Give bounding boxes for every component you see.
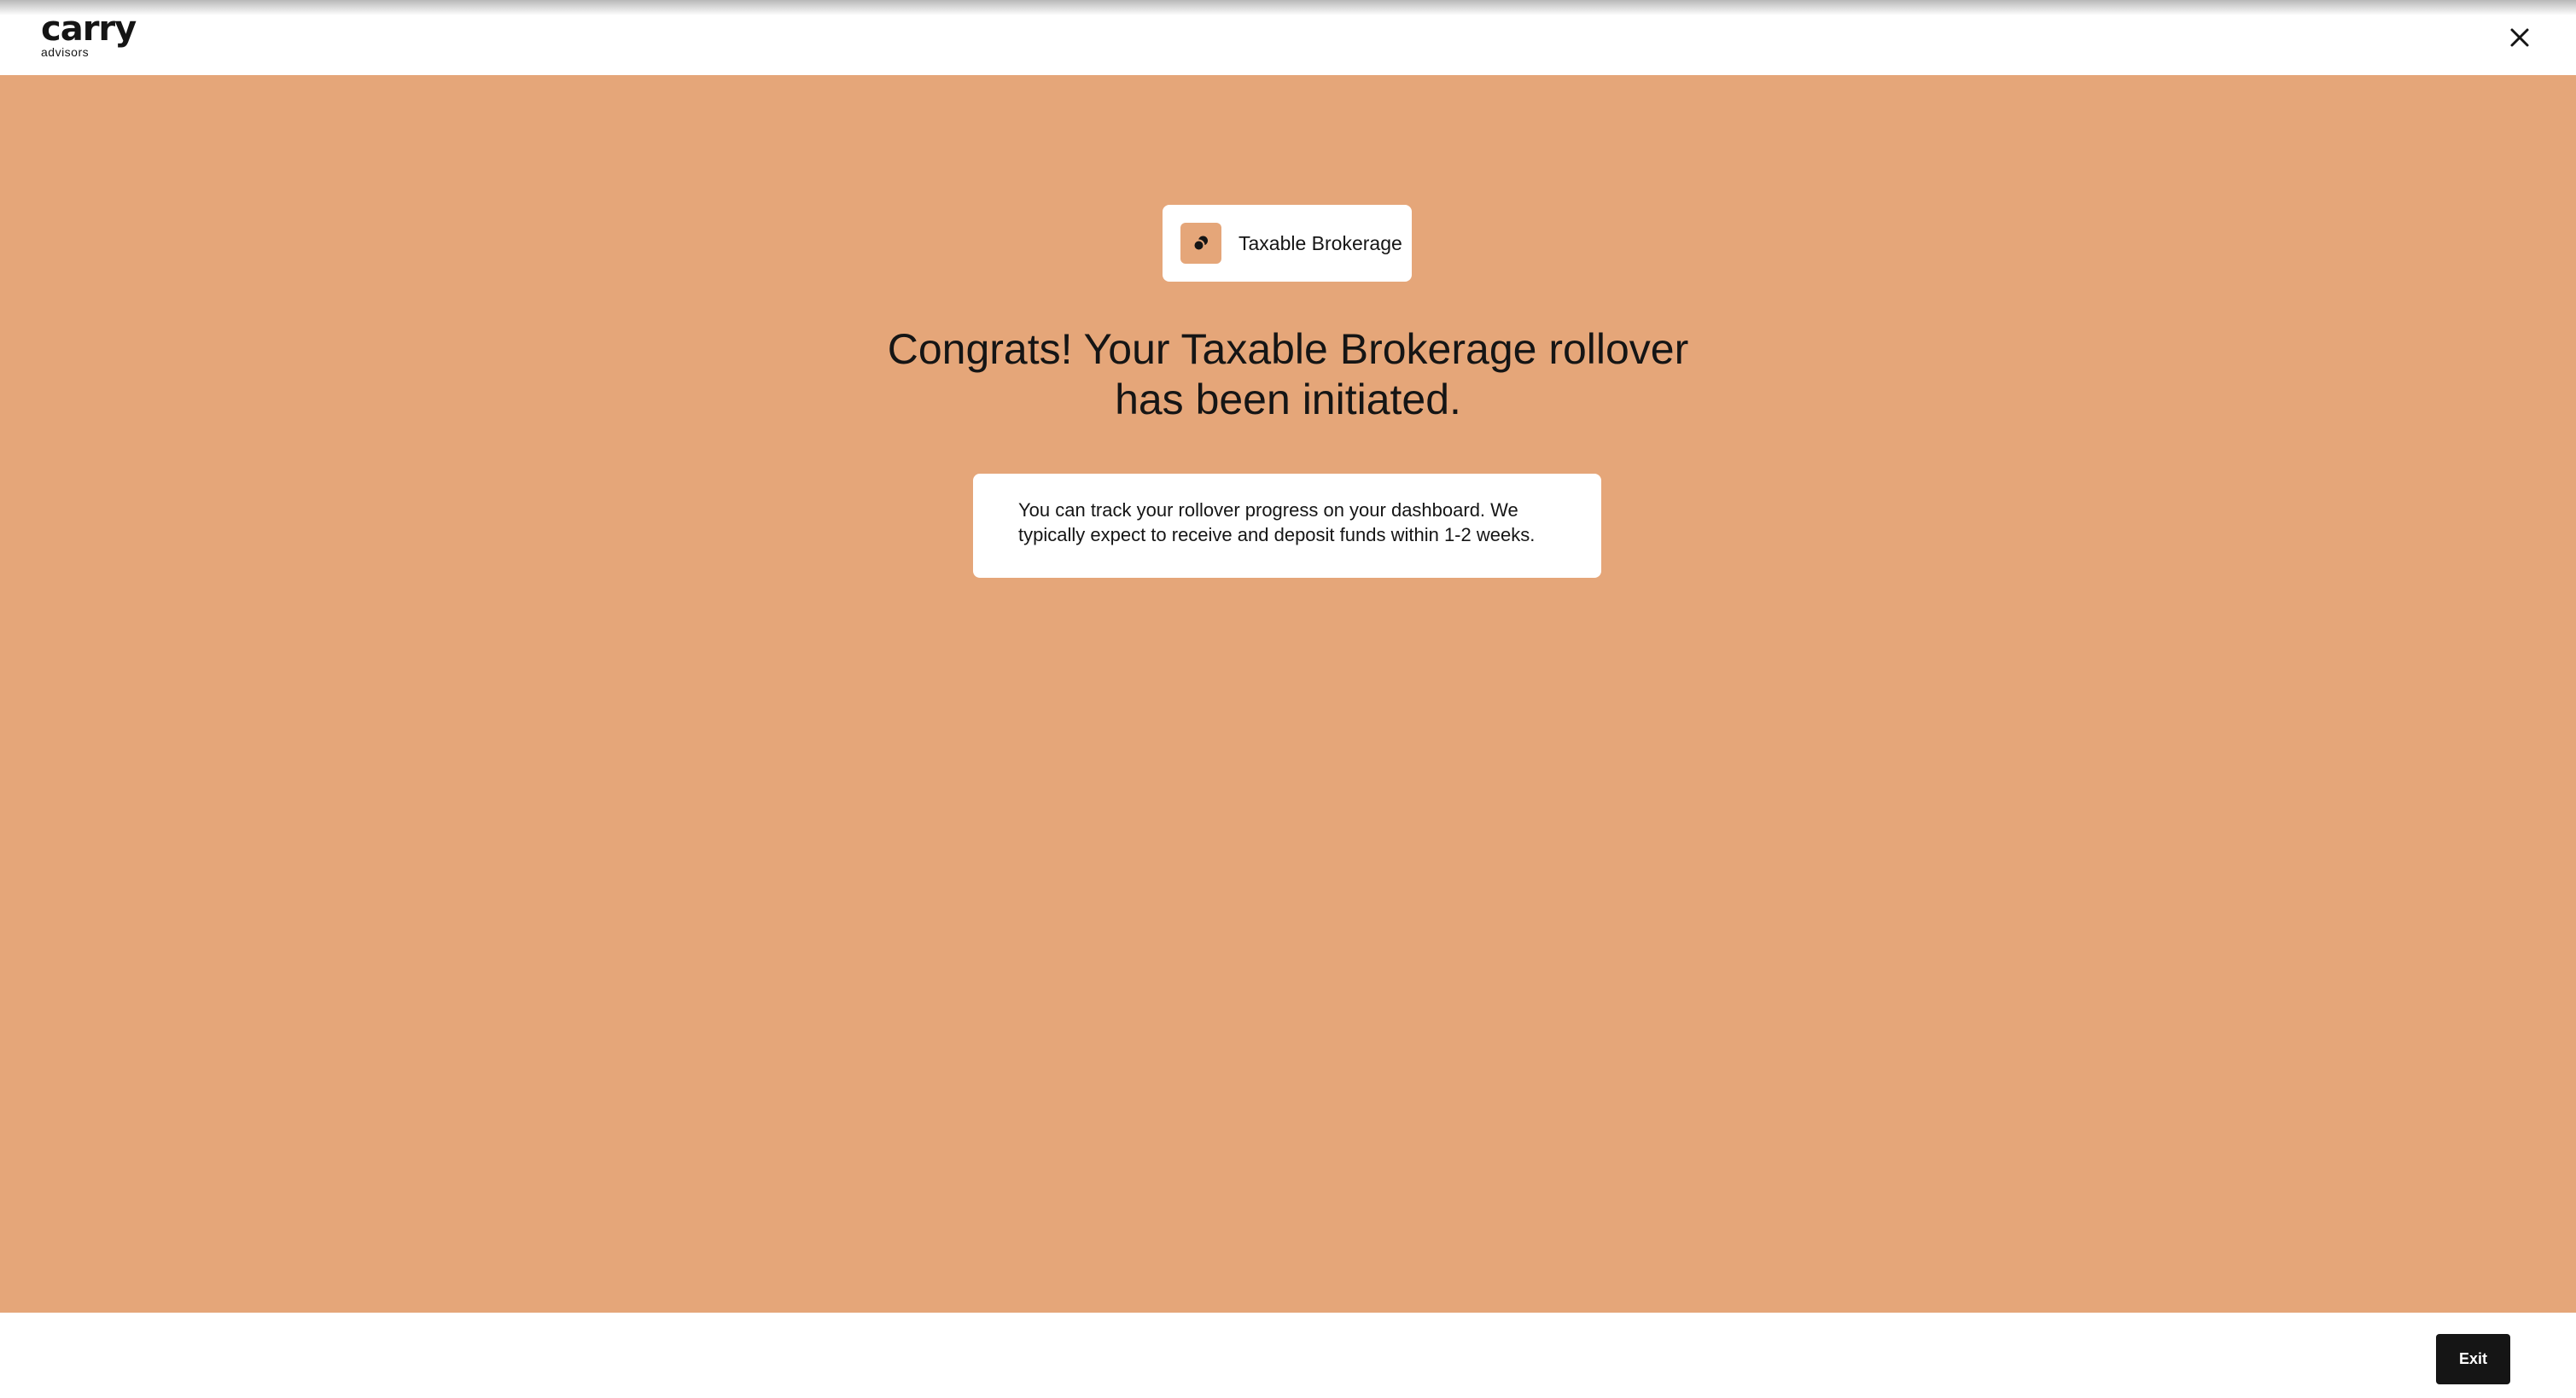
- rollover-info-text: You can track your rollover progress on …: [1018, 499, 1536, 545]
- header-shadow: [0, 0, 2576, 15]
- exit-button[interactable]: Exit: [2436, 1334, 2510, 1384]
- account-type-label: Taxable Brokerage: [1238, 231, 1402, 254]
- top-bar: carry advisors: [0, 0, 2576, 75]
- footer-bar: [0, 1313, 2576, 1398]
- confirmation-heading: Congrats! Your Taxable Brokerage rollove…: [887, 325, 1689, 423]
- rollover-info-card: You can track your rollover progress on …: [973, 474, 1601, 578]
- account-type-chip: Taxable Brokerage: [1163, 205, 1412, 282]
- close-icon: [2510, 28, 2529, 47]
- carry-logo[interactable]: carry advisors: [41, 9, 137, 58]
- close-button[interactable]: [2506, 24, 2533, 51]
- logo-wordmark: carry: [41, 9, 137, 49]
- coins-icon: [1180, 223, 1221, 264]
